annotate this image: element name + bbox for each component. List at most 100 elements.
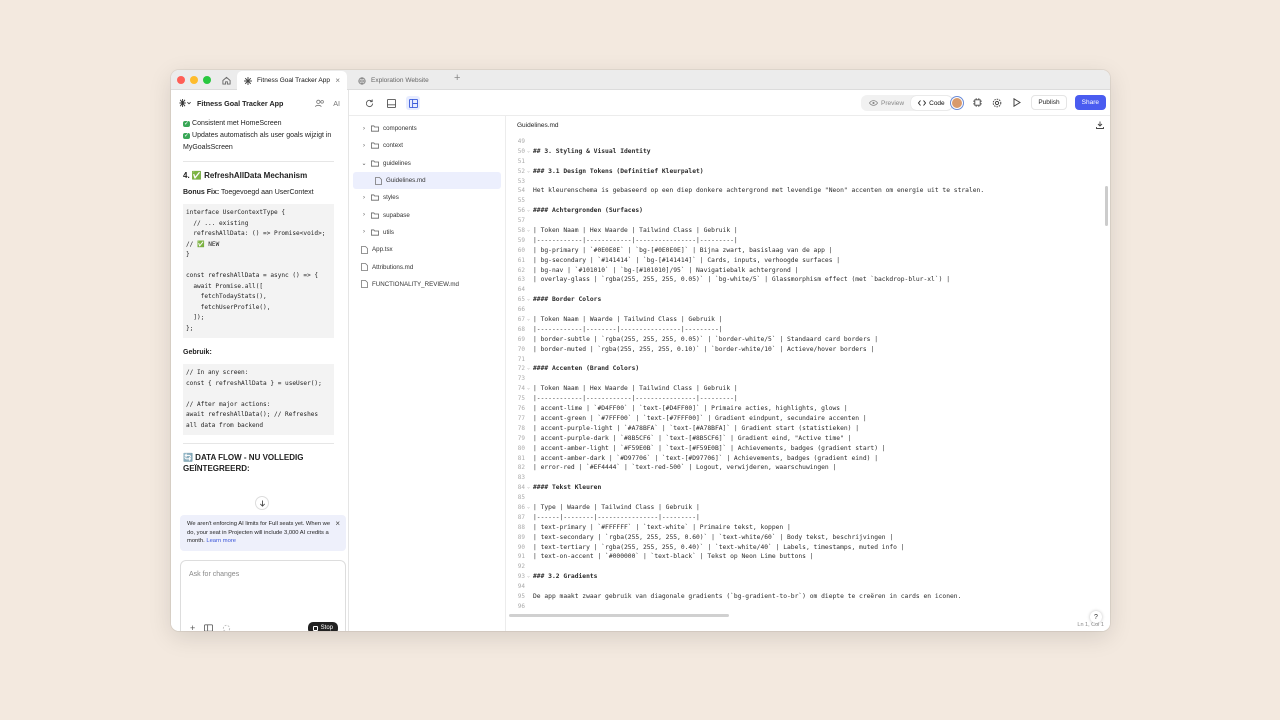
fold-chevron-icon[interactable]: ⌄ — [527, 147, 530, 157]
line-text: De app maakt zwaar gebruik van diagonale… — [533, 592, 962, 600]
plus-icon[interactable]: + — [190, 623, 195, 631]
line-number: 95 — [517, 592, 525, 600]
play-icon[interactable] — [1011, 97, 1023, 109]
chevron-right-icon[interactable]: › — [361, 212, 367, 218]
code-lines[interactable]: 49 50 ⌄ ## 3. Styling & Visual Identity 51 52… — [507, 137, 1100, 612]
chevron-right-icon[interactable]: › — [361, 143, 367, 149]
code-line: 80 | accent-amber-light | `#F59E0B` | `te… — [507, 444, 1100, 454]
zoom-window-button[interactable] — [203, 76, 211, 84]
code-line: 58 ⌄ | Token Naam | Hex Waarde | Tailwind … — [507, 226, 1100, 236]
scroll-down-button[interactable] — [255, 496, 269, 510]
share-button[interactable]: Share — [1074, 95, 1106, 110]
line-number: 93 — [517, 573, 525, 581]
tree-item[interactable]: › supabase — [353, 206, 501, 223]
code-line: 55 — [507, 196, 1100, 206]
help-button[interactable]: ? — [1090, 611, 1102, 623]
publish-button[interactable]: Publish — [1031, 95, 1067, 110]
line-text: | text-tertiary | `rgba(255, 255, 255, 0… — [533, 543, 905, 551]
ai-badge[interactable]: AI — [333, 99, 340, 108]
line-number: 55 — [517, 197, 525, 205]
line-number: 67 — [517, 316, 525, 324]
file-icon — [375, 176, 382, 185]
home-icon[interactable] — [219, 73, 233, 87]
line-text: |------------|------------|-------------… — [533, 236, 738, 244]
editor-vertical-scrollbar[interactable] — [1105, 186, 1108, 226]
close-window-button[interactable] — [177, 76, 185, 84]
chevron-right-icon[interactable]: › — [361, 195, 367, 201]
fold-chevron-icon[interactable]: ⌄ — [527, 572, 530, 582]
check-line: ✓ Updates automatisch als user goals wijz… — [183, 132, 332, 151]
tree-item[interactable]: FUNCTIONALITY_REVIEW.md — [353, 276, 501, 293]
folder-icon — [371, 212, 379, 219]
line-number: 94 — [517, 583, 525, 591]
code-line: 87 |------|--------|----------------|----… — [507, 513, 1100, 523]
close-icon[interactable]: × — [335, 519, 340, 529]
line-number: 70 — [517, 345, 525, 353]
learn-more-link[interactable]: Learn more — [206, 538, 236, 544]
fold-chevron-icon[interactable]: ⌄ — [527, 503, 530, 513]
editor-horizontal-scrollbar[interactable] — [509, 614, 729, 617]
avatar[interactable] — [951, 96, 964, 109]
code-toggle[interactable]: Code — [911, 96, 952, 110]
inspect-icon[interactable] — [971, 97, 983, 109]
code-line: 95 De app maakt zwaar gebruik van diagona… — [507, 592, 1100, 602]
new-tab-button[interactable]: + — [454, 72, 460, 84]
minimize-window-button[interactable] — [190, 76, 198, 84]
fold-chevron-icon[interactable]: ⌄ — [527, 315, 530, 325]
layout-icon[interactable] — [384, 96, 398, 110]
line-text: | accent-green | `#7FFF00` | `text-[#7FF… — [533, 414, 867, 422]
fold-chevron-icon[interactable]: ⌄ — [527, 483, 530, 493]
refresh-icon[interactable] — [362, 96, 376, 110]
chevron-right-icon[interactable]: › — [361, 126, 367, 132]
code-line: 89 | text-secondary | `rgba(255, 255, 255… — [507, 533, 1100, 543]
tree-item[interactable]: › utils — [353, 224, 501, 241]
line-number: 82 — [517, 464, 525, 472]
fold-chevron-icon[interactable]: ⌄ — [527, 384, 530, 394]
tree-item[interactable]: › context — [353, 137, 501, 154]
line-number: 59 — [517, 236, 525, 244]
line-number: 65 — [517, 296, 525, 304]
figma-menu-icon[interactable] — [179, 99, 191, 107]
tree-item[interactable]: App.tsx — [353, 241, 501, 258]
line-text: | accent-amber-light | `#F59E0B` | `text… — [533, 444, 886, 452]
attach-icon[interactable] — [204, 624, 214, 631]
tree-item[interactable]: › components — [353, 120, 501, 137]
tree-item[interactable]: › styles — [353, 189, 501, 206]
code-line: 93 ⌄ ### 3.2 Gradients — [507, 572, 1100, 582]
stop-button[interactable]: Stop — [307, 622, 338, 631]
line-number: 76 — [517, 405, 525, 413]
close-tab-icon[interactable]: × — [335, 76, 340, 85]
chat-input-placeholder[interactable]: Ask for changes — [189, 571, 239, 578]
settings-icon[interactable] — [991, 97, 1003, 109]
line-number: 71 — [517, 355, 525, 363]
line-number: 49 — [517, 138, 525, 145]
fold-chevron-icon[interactable]: ⌄ — [527, 226, 530, 236]
fold-chevron-icon[interactable]: ⌄ — [527, 295, 530, 305]
code-line: 88 | text-primary | `#FFFFFF` | `text-whi… — [507, 523, 1100, 533]
users-icon[interactable] — [315, 99, 325, 108]
line-number: 96 — [517, 602, 525, 610]
split-view-icon[interactable] — [406, 96, 420, 110]
tree-item[interactable]: Guidelines.md — [353, 171, 501, 190]
fold-chevron-icon[interactable]: ⌄ — [527, 206, 530, 216]
line-number: 88 — [517, 523, 525, 531]
tree-item[interactable]: Attributions.md — [353, 258, 501, 275]
tree-item[interactable]: ⌄ guidelines — [353, 155, 501, 172]
preview-toggle[interactable]: Preview — [862, 96, 911, 110]
tree-item-label: Attributions.md — [372, 263, 414, 271]
browser-tab-bar: Fitness Goal Tracker App × Exploration W… — [171, 70, 1110, 90]
line-text: | bg-primary | `#0E0E0E` | `bg-[#0E0E0E]… — [533, 246, 833, 254]
chevron-down-icon[interactable]: ⌄ — [361, 160, 367, 167]
editor-file-header: Guidelines.md — [507, 116, 1110, 134]
line-number: 69 — [517, 335, 525, 343]
line-number: 73 — [517, 375, 525, 383]
tab-fitness-goal-tracker[interactable]: Fitness Goal Tracker App × — [237, 71, 347, 90]
fold-chevron-icon[interactable]: ⌄ — [527, 167, 530, 177]
tab-exploration-website[interactable]: Exploration Website — [351, 71, 447, 90]
chevron-right-icon[interactable]: › — [361, 229, 367, 235]
project-name[interactable]: Fitness Goal Tracker App — [197, 99, 283, 108]
download-icon[interactable] — [1096, 121, 1104, 131]
fold-chevron-icon[interactable]: ⌄ — [527, 364, 530, 374]
code-line: 54 Het kleurenschema is gebaseerd op een … — [507, 186, 1100, 196]
chat-input[interactable]: Ask for changes + Stop — [180, 560, 346, 631]
